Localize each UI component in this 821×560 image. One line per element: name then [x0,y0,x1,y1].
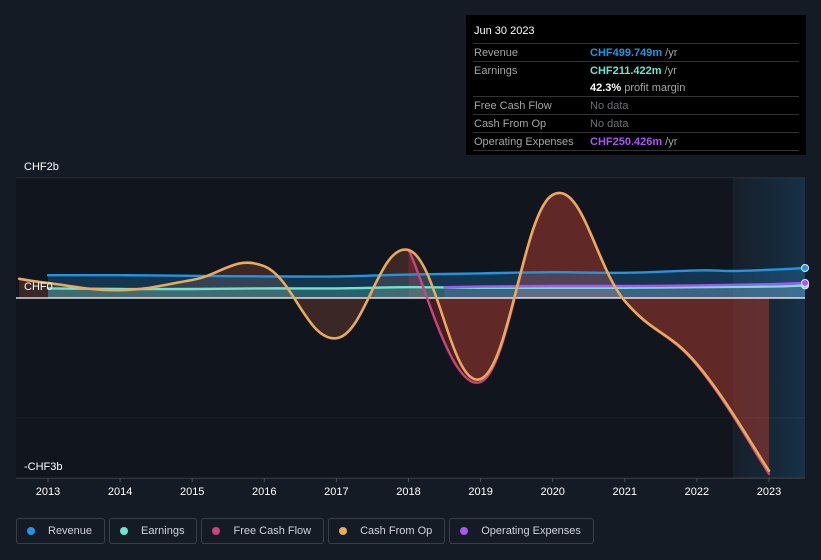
tooltip-row-value: No data [590,99,629,112]
tooltip-row-unit: /yr [664,64,677,77]
tooltip-row-unit: profit margin [624,81,686,94]
x-tick-label: 2015 [180,486,204,498]
tooltip-row: Operating Expenses CHF250.426m/yr [473,132,799,151]
tooltip-rows: Revenue CHF499.749m/yr Earnings CHF211.422m… [473,43,799,151]
tooltip-row-value: CHF250.426m [590,135,663,148]
legend-dot-icon [120,527,129,535]
tooltip-row: Cash From Op No data [473,114,799,132]
legend-dot-icon [460,527,469,535]
x-tick-label: 2020 [540,486,564,498]
tooltip-row-value: No data [590,117,629,130]
tooltip-row-value: 42.3% [590,81,622,94]
tooltip-row-value: CHF499.749m [590,46,663,59]
tooltip-row: 42.3% profit margin [473,79,799,96]
x-tick-label: 2016 [252,486,276,498]
legend-label: Free Cash Flow [233,525,312,537]
legend-item-cash-from-op[interactable]: Cash From Op [328,518,446,544]
tooltip-row: Revenue CHF499.749m/yr [473,43,799,61]
x-tick-label: 2021 [613,486,637,498]
tooltip-row-value: CHF211.422m [590,64,662,77]
tooltip-date: Jun 30 2023 [474,25,535,37]
legend-label: Operating Expenses [481,525,581,537]
legend-label: Cash From Op [360,525,433,537]
legend-item-revenue[interactable]: Revenue [16,518,106,544]
tooltip-row: Free Cash Flow No data [473,96,799,114]
revenue-end-marker [801,264,810,272]
legend-dot-icon [27,527,35,535]
tooltip-row-label: Revenue [474,46,519,59]
legend-dot-icon [339,527,348,535]
operating-expenses-end-marker [801,279,810,287]
legend-dot-icon [212,527,221,535]
legend-label: Revenue [48,525,93,537]
tooltip: Jun 30 2023 Revenue CHF499.749m/yr Earning… [466,15,806,155]
y-tick-label: -CHF3b [24,461,63,473]
x-axis: 2013 2014 2015 2016 2017 2018 2019 2020 2021 2022… [36,478,781,498]
plot-background [16,178,733,478]
tooltip-row-unit: /yr [665,135,678,148]
x-tick-label: 2018 [396,486,420,498]
y-tick-label: CHF2b [24,161,59,173]
x-tick-label: 2019 [468,486,492,498]
legend: Revenue Earnings Free Cash Flow Cash From O… [16,518,594,544]
legend-label: Earnings [141,525,185,537]
legend-item-operating-expenses[interactable]: Operating Expenses [449,518,594,544]
x-tick-label: 2014 [108,486,132,498]
tooltip-row-label: Operating Expenses [474,135,574,148]
x-tick-label: 2017 [324,486,348,498]
x-tick-label: 2023 [757,486,781,498]
tooltip-row-unit: /yr [665,46,678,59]
tooltip-row-label: Cash From Op [474,117,547,130]
x-tick-label: 2013 [36,486,60,498]
tooltip-row-label: Free Cash Flow [474,99,552,112]
tooltip-row-label: Earnings [474,64,518,77]
legend-item-free-cash-flow[interactable]: Free Cash Flow [201,518,325,544]
y-tick-label: CHF0 [24,281,53,293]
legend-item-earnings[interactable]: Earnings [109,518,198,544]
x-tick-label: 2022 [685,486,709,498]
tooltip-row: Earnings CHF211.422m/yr [473,61,799,79]
